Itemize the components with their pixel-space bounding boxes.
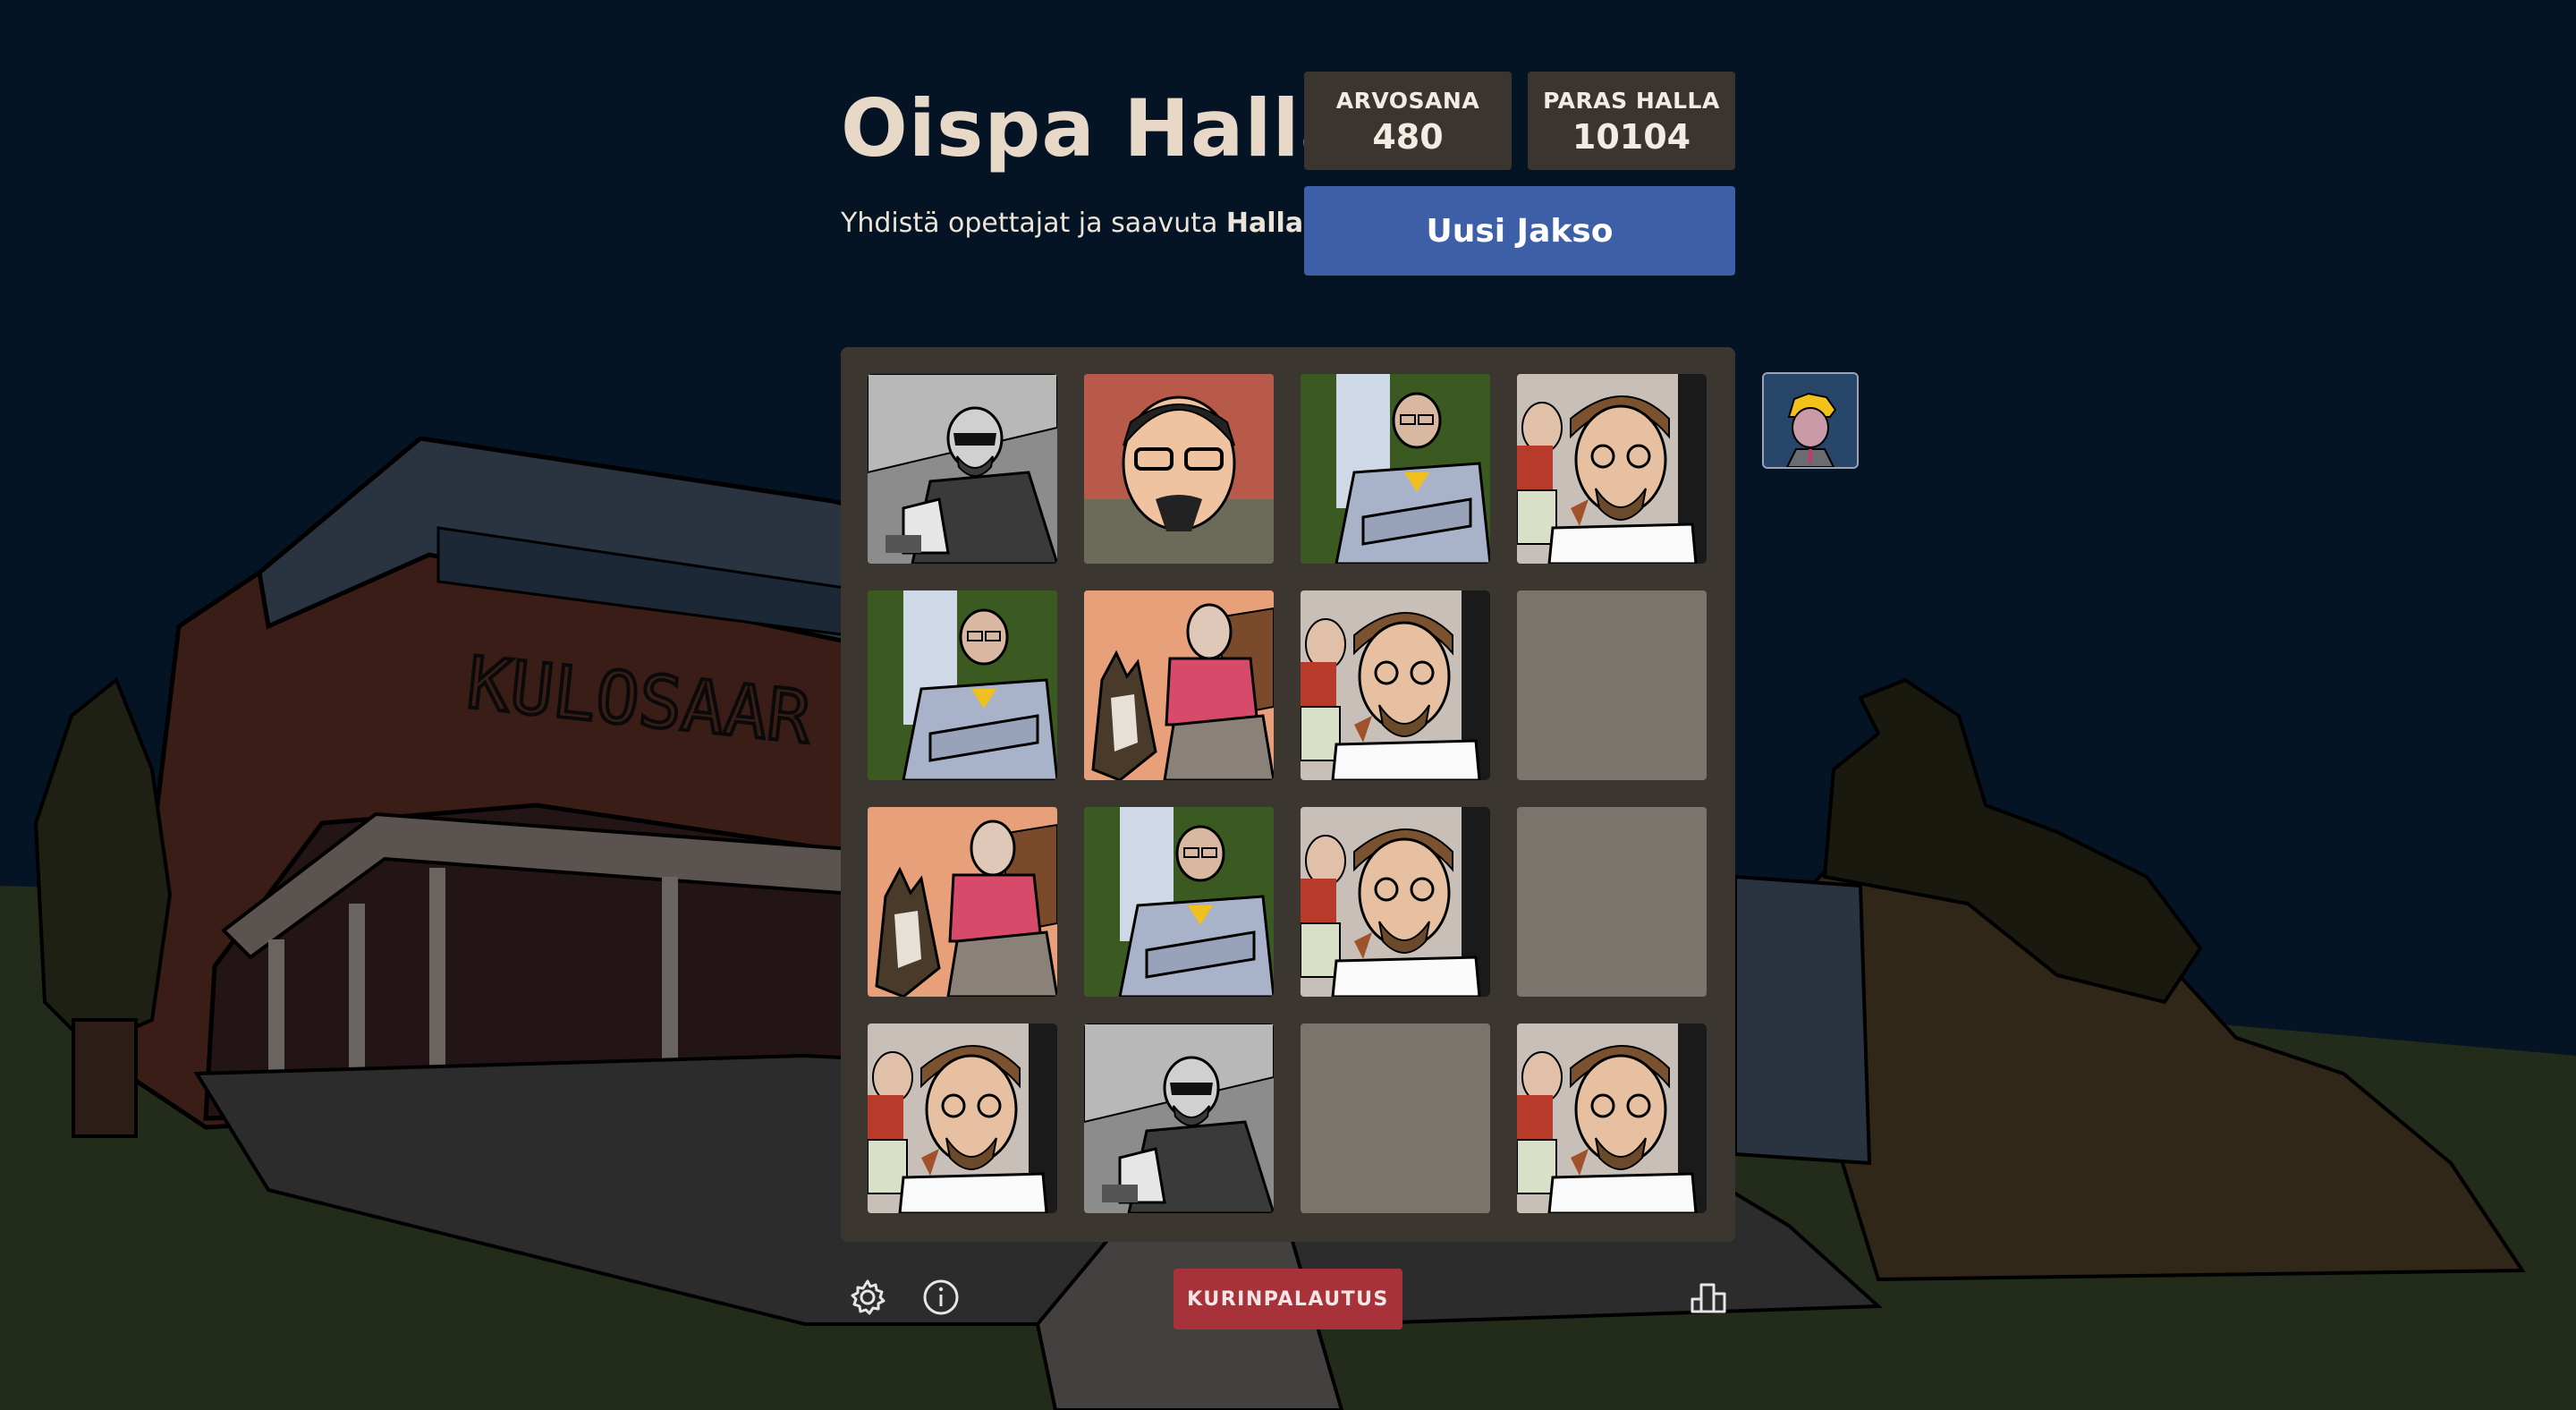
info-icon [923,1279,959,1315]
discipline-button[interactable]: KURINPALAUTUS [1174,1269,1402,1329]
new-game-button[interactable]: Uusi Jakso [1304,186,1735,276]
game-title: Oispa Halla [841,82,1355,174]
tile-teacher-glasses-beard [1517,1024,1707,1213]
settings-button[interactable] [844,1274,891,1321]
leaderboard-icon [1690,1283,1726,1313]
tile-teacher-with-cat [1084,590,1274,780]
tile-teacher-sunglasses [1084,1024,1274,1213]
info-button[interactable] [918,1274,964,1321]
tile-teacher-with-cat [868,807,1057,997]
gear-icon [851,1279,886,1315]
best-score-value: 10104 [1572,117,1691,157]
best-score-box: PARAS HALLA 10104 [1528,72,1735,170]
score-label: ARVOSANA [1335,88,1480,114]
game-subtitle: Yhdistä opettajat ja saavuta Halla! [841,208,1316,239]
subtitle-text: Yhdistä opettajat ja saavuta [841,208,1226,239]
subtitle-bold-text: Halla! [1225,208,1316,239]
empty-tile [1517,590,1707,780]
tile-teacher-goatee-red [1084,374,1274,564]
game-board [841,347,1735,1242]
tile-teacher-arms-crossed [868,590,1057,780]
tile-teacher-glasses-beard [1301,590,1490,780]
empty-tile [1301,1024,1490,1213]
next-teacher-preview [1762,372,1859,469]
empty-tile [1517,807,1707,997]
score-value: 480 [1372,117,1444,157]
tile-teacher-glasses-beard [868,1024,1057,1213]
best-score-label: PARAS HALLA [1543,88,1720,114]
leaderboard-button[interactable] [1685,1274,1732,1321]
tile-teacher-glasses-beard [1301,807,1490,997]
tile-teacher-arms-crossed [1084,807,1274,997]
tile-teacher-glasses-beard [1517,374,1707,564]
tile-teacher-sunglasses [868,374,1057,564]
tile-teacher-arms-crossed [1301,374,1490,564]
score-box: ARVOSANA 480 [1304,72,1512,170]
